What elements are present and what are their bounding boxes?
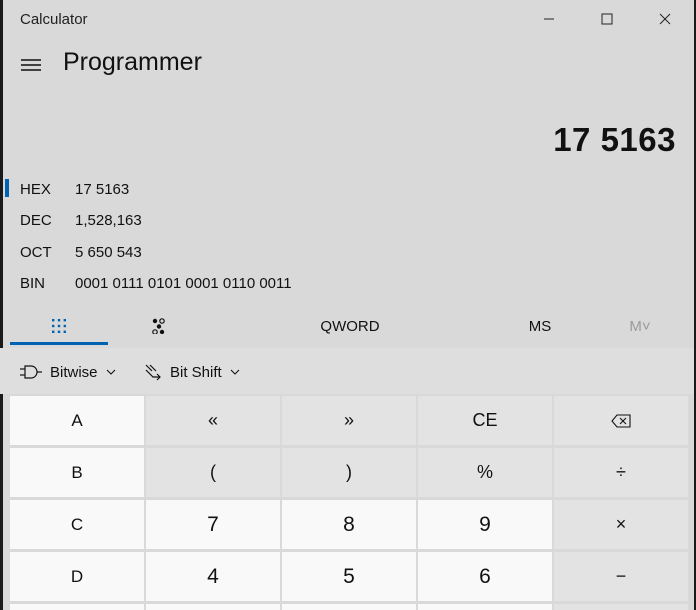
radix-value: 5 650 543	[75, 244, 142, 261]
key-label: B	[71, 462, 83, 482]
key-close-paren[interactable]: )	[282, 448, 416, 497]
key-7[interactable]: 7	[146, 500, 280, 549]
result-display: 17 5163	[553, 121, 676, 158]
key-hex-a[interactable]: A	[10, 396, 144, 445]
key-divide[interactable]: ÷	[554, 448, 688, 497]
word-size-button[interactable]: QWORD	[290, 308, 410, 344]
radix-label: HEX	[20, 181, 51, 198]
key-label: 4	[207, 564, 219, 588]
key-hex-c[interactable]: C	[10, 500, 144, 549]
key-label: %	[476, 462, 493, 482]
bitwise-label: Bitwise	[50, 363, 98, 381]
key-label: (	[210, 462, 216, 482]
navigation-menu-button[interactable]	[16, 50, 46, 80]
key-9[interactable]: 9	[418, 500, 552, 549]
radix-value: 17 5163	[75, 181, 130, 198]
key-label: CE	[472, 410, 498, 430]
mode-title: Programmer	[63, 48, 202, 76]
key-1[interactable]	[146, 604, 280, 610]
backspace-icon	[611, 413, 631, 428]
hamburger-menu-icon	[21, 59, 41, 71]
radix-row-hex[interactable]: HEX 17 5163	[0, 174, 690, 204]
radix-row-oct[interactable]: OCT 5 650 543	[0, 237, 690, 267]
bit-toggle-keypad-icon	[152, 318, 165, 334]
logic-gate-icon	[20, 365, 42, 379]
key-multiply[interactable]: ×	[554, 500, 688, 549]
memory-list-button[interactable]: M˅	[600, 308, 680, 344]
active-tab-underline	[10, 342, 108, 345]
key-6[interactable]: 6	[418, 552, 552, 601]
radix-label: BIN	[20, 275, 46, 292]
key-percent[interactable]: %	[418, 448, 552, 497]
key-label: 6	[479, 564, 491, 588]
key-left-shift[interactable]: «	[146, 396, 280, 445]
radix-label: DEC	[20, 212, 52, 229]
radix-label: OCT	[20, 244, 52, 261]
key-label: 8	[343, 512, 355, 536]
key-open-paren[interactable]: (	[146, 448, 280, 497]
key-label: »	[343, 410, 354, 430]
key-label: ÷	[616, 462, 626, 482]
key-label: ×	[615, 514, 627, 534]
close-icon	[659, 13, 671, 25]
key-right-shift[interactable]: »	[282, 396, 416, 445]
memory-list-label: M˅	[629, 317, 651, 335]
key-label: 7	[207, 512, 219, 536]
key-label: −	[615, 566, 627, 586]
app-title: Calculator	[20, 11, 88, 28]
radix-value: 1,528,163	[75, 212, 142, 229]
keypad: A « » CE B ( ) % ÷ C 7 8 9 × D 4 5 6 −	[0, 396, 696, 610]
full-keypad-icon	[52, 319, 66, 333]
key-hex-e[interactable]	[10, 604, 144, 610]
bit-shift-icon	[145, 364, 161, 381]
bit-shift-dropdown[interactable]: Bit Shift	[144, 360, 240, 384]
memory-store-label: MS	[528, 317, 552, 335]
chevron-down-icon	[106, 369, 115, 375]
bitwise-toolbar: Bitwise Bit Shift	[0, 348, 696, 394]
maximize-icon	[601, 13, 613, 25]
key-2[interactable]	[282, 604, 416, 610]
radix-row-bin[interactable]: BIN 0001 0111 0101 0001 0110 0011	[0, 268, 690, 298]
key-clear-entry[interactable]: CE	[418, 396, 552, 445]
key-backspace[interactable]	[554, 396, 688, 445]
key-label: C	[70, 514, 84, 534]
key-label: )	[346, 462, 352, 482]
key-label: 5	[343, 564, 355, 588]
key-label: A	[71, 410, 83, 430]
key-add[interactable]	[554, 604, 688, 610]
radix-value: 0001 0111 0101 0001 0110 0011	[75, 275, 292, 292]
tab-full-keypad[interactable]	[10, 308, 108, 344]
selected-indicator	[5, 179, 9, 197]
calculator-window: Calculator Programmer 17 5163 HEX 17 516…	[0, 0, 696, 610]
chevron-down-icon	[230, 369, 240, 375]
maximize-button[interactable]	[578, 0, 636, 38]
title-bar: Calculator	[0, 0, 696, 38]
key-subtract[interactable]: −	[554, 552, 688, 601]
minimize-button[interactable]	[520, 0, 578, 38]
key-4[interactable]: 4	[146, 552, 280, 601]
key-label: D	[70, 566, 84, 586]
bitwise-dropdown[interactable]: Bitwise	[20, 360, 116, 384]
key-8[interactable]: 8	[282, 500, 416, 549]
close-button[interactable]	[636, 0, 694, 38]
key-label: 9	[479, 512, 491, 536]
key-5[interactable]: 5	[282, 552, 416, 601]
radix-row-dec[interactable]: DEC 1,528,163	[0, 205, 690, 235]
minimize-icon	[544, 18, 554, 20]
keypad-tabs: QWORD MS M˅	[0, 308, 696, 346]
key-hex-b[interactable]: B	[10, 448, 144, 497]
tab-bit-toggle[interactable]	[110, 308, 208, 344]
memory-store-button[interactable]: MS	[500, 308, 580, 344]
bit-shift-label: Bit Shift	[170, 363, 222, 381]
word-size-label: QWORD	[320, 317, 380, 335]
key-hex-d[interactable]: D	[10, 552, 144, 601]
key-3[interactable]	[418, 604, 552, 610]
key-label: «	[207, 410, 218, 430]
